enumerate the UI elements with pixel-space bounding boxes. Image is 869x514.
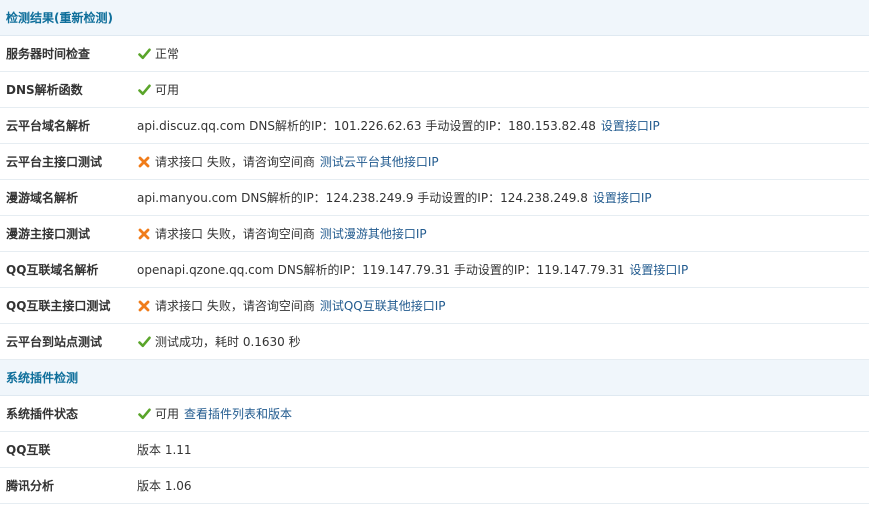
row-qq-connect-version: QQ互联 版本 1.11	[0, 432, 869, 468]
row-value: 请求接口 失败，请咨询空间商 测试漫游其他接口IP	[131, 225, 869, 242]
section-title-detect-result: 检测结果	[6, 11, 55, 25]
row-value: 测试成功，耗时 0.1630 秒	[131, 333, 869, 350]
row-manyou-domain: 漫游域名解析 api.manyou.com DNS解析的IP：124.238.2…	[0, 180, 869, 216]
test-manyou-other-ip-link[interactable]: 测试漫游其他接口IP	[320, 225, 427, 242]
section-title-plugin-check: 系统插件检测	[6, 371, 79, 385]
row-cloud-main-interface: 云平台主接口测试 请求接口 失败，请咨询空间商 测试云平台其他接口IP	[0, 144, 869, 180]
row-label: 服务器时间检查	[6, 47, 91, 61]
row-value: 可用	[131, 81, 869, 98]
check-icon	[137, 47, 151, 61]
check-icon	[137, 407, 151, 421]
row-value: 可用 查看插件列表和版本	[131, 405, 869, 422]
row-label: QQ互联域名解析	[6, 263, 99, 277]
row-manyou-main-interface: 漫游主接口测试 请求接口 失败，请咨询空间商 测试漫游其他接口IP	[0, 216, 869, 252]
check-icon	[137, 335, 151, 349]
view-plugin-list-link[interactable]: 查看插件列表和版本	[184, 405, 292, 422]
row-value: api.discuz.qq.com DNS解析的IP：101.226.62.63…	[131, 117, 869, 134]
row-plugin-status: 系统插件状态 可用 查看插件列表和版本	[0, 396, 869, 432]
row-label: 漫游域名解析	[6, 191, 79, 205]
version-text: 版本 1.11	[137, 443, 192, 457]
row-cloud-domain: 云平台域名解析 api.discuz.qq.com DNS解析的IP：101.2…	[0, 108, 869, 144]
row-cloud-to-site: 云平台到站点测试 测试成功，耗时 0.1630 秒	[0, 324, 869, 360]
cross-icon	[137, 299, 151, 313]
row-value: 请求接口 失败，请咨询空间商 测试云平台其他接口IP	[131, 153, 869, 170]
row-label: 漫游主接口测试	[6, 227, 91, 241]
row-value: 请求接口 失败，请咨询空间商 测试QQ互联其他接口IP	[131, 297, 869, 314]
status-text: 测试成功，耗时 0.1630 秒	[155, 335, 301, 349]
row-tencent-analytics-version: 腾讯分析 版本 1.06	[0, 468, 869, 504]
row-qq-main-interface: QQ互联主接口测试 请求接口 失败，请咨询空间商 测试QQ互联其他接口IP	[0, 288, 869, 324]
set-interface-ip-link[interactable]: 设置接口IP	[629, 261, 688, 278]
dns-info-text: openapi.qzone.qq.com DNS解析的IP：119.147.79…	[137, 263, 625, 277]
row-label: 腾讯分析	[6, 479, 55, 493]
row-label: 云平台域名解析	[6, 119, 91, 133]
section-header-plugin-check: 系统插件检测	[0, 360, 869, 396]
dns-info-text: api.discuz.qq.com DNS解析的IP：101.226.62.63…	[137, 119, 596, 133]
paren-close: )	[107, 11, 113, 25]
row-value: 版本 1.11	[131, 441, 869, 458]
row-value: api.manyou.com DNS解析的IP：124.238.249.9 手动…	[131, 189, 869, 206]
cross-icon	[137, 227, 151, 241]
status-text: 正常	[155, 47, 180, 61]
row-label: DNS解析函数	[6, 83, 83, 97]
cloud-diagnostics-table: 检测结果(重新检测) 服务器时间检查 正常 DNS解析函数 可用 云平台域名解析…	[0, 0, 869, 504]
set-interface-ip-link[interactable]: 设置接口IP	[593, 189, 652, 206]
row-value: 正常	[131, 45, 869, 62]
test-qq-other-ip-link[interactable]: 测试QQ互联其他接口IP	[320, 297, 446, 314]
row-label: 云平台到站点测试	[6, 335, 103, 349]
set-interface-ip-link[interactable]: 设置接口IP	[601, 117, 660, 134]
row-label: QQ互联主接口测试	[6, 299, 111, 313]
status-text: 请求接口 失败，请咨询空间商	[155, 299, 315, 313]
row-label: QQ互联	[6, 443, 51, 457]
redetect-link[interactable]: 重新检测	[60, 11, 108, 25]
section-header-detect-result: 检测结果(重新检测)	[0, 0, 869, 36]
cross-icon	[137, 155, 151, 169]
dns-info-text: api.manyou.com DNS解析的IP：124.238.249.9 手动…	[137, 191, 588, 205]
row-qq-domain: QQ互联域名解析 openapi.qzone.qq.com DNS解析的IP：1…	[0, 252, 869, 288]
version-text: 版本 1.06	[137, 479, 192, 493]
row-dns-function: DNS解析函数 可用	[0, 72, 869, 108]
row-value: 版本 1.06	[131, 477, 869, 494]
check-icon	[137, 83, 151, 97]
status-text: 请求接口 失败，请咨询空间商	[155, 227, 315, 241]
status-text: 可用	[155, 83, 180, 97]
status-text: 可用	[155, 407, 180, 421]
status-text: 请求接口 失败，请咨询空间商	[155, 155, 315, 169]
row-label: 系统插件状态	[6, 407, 79, 421]
row-value: openapi.qzone.qq.com DNS解析的IP：119.147.79…	[131, 261, 869, 278]
row-label: 云平台主接口测试	[6, 155, 103, 169]
row-server-time: 服务器时间检查 正常	[0, 36, 869, 72]
test-cloud-other-ip-link[interactable]: 测试云平台其他接口IP	[320, 153, 439, 170]
